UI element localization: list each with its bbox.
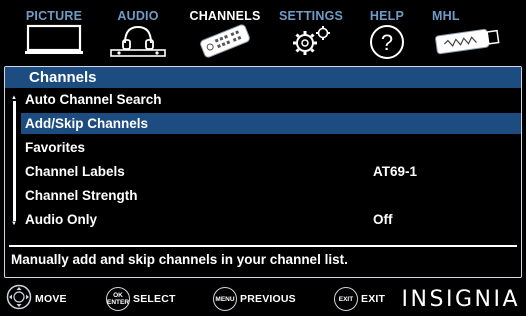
tab-label: SETTINGS <box>278 9 344 23</box>
menu-item-label: Audio Only <box>25 212 97 227</box>
divider <box>9 245 517 247</box>
hint-select: OK ENTER SELECT <box>106 286 176 312</box>
scroll-down-arrow-icon[interactable]: ▼ <box>11 221 17 227</box>
tab-audio[interactable]: AUDIO <box>105 0 171 66</box>
channels-menu-panel: Channels ▲ ▼ Auto Channel Search Add/Ski… <box>4 66 522 278</box>
hint-label: EXIT <box>361 293 386 305</box>
tab-picture[interactable]: PICTURE <box>18 0 90 66</box>
tab-mhl[interactable]: MHL <box>428 0 504 66</box>
help-description: Manually add and skip channels in your c… <box>11 252 348 267</box>
menu-item-channel-labels[interactable]: Channel Labels AT69-1 <box>21 161 521 182</box>
ok-key-label: OK <box>113 292 123 299</box>
menu-button-icon: MENU <box>213 287 237 311</box>
panel-title: Channels <box>5 67 521 88</box>
exit-key-label: EXIT <box>338 295 354 303</box>
menu-item-label: Favorites <box>25 140 86 155</box>
menu-item-label: Auto Channel Search <box>25 92 162 107</box>
menu-item-channel-strength[interactable]: Channel Strength <box>21 185 521 206</box>
hint-label: SELECT <box>133 293 176 305</box>
dpad-icon <box>6 284 32 315</box>
tab-label: AUDIO <box>117 9 159 23</box>
menu-item-label: Add/Skip Channels <box>25 116 149 131</box>
scrollbar[interactable] <box>13 101 16 221</box>
menu-item-add-skip-channels[interactable]: Add/Skip Channels <box>21 113 521 134</box>
hint-exit: EXIT EXIT <box>334 286 385 312</box>
menu-item-favorites[interactable]: Favorites <box>21 137 521 158</box>
exit-button-icon: EXIT <box>334 287 358 311</box>
menu-item-label: Channel Strength <box>25 188 138 203</box>
hint-label: PREVIOUS <box>240 293 296 305</box>
hint-previous: MENU PREVIOUS <box>213 286 296 312</box>
tab-settings[interactable]: SETTINGS <box>274 0 348 66</box>
tab-help[interactable]: HELP ? <box>356 0 418 66</box>
bottom-hint-bar: MOVE OK ENTER SELECT MENU PREVIOUS EXIT … <box>0 282 526 316</box>
menu-item-auto-channel-search[interactable]: Auto Channel Search <box>21 89 521 110</box>
ok-enter-button-icon: OK ENTER <box>106 287 130 311</box>
brand-logo: INSIGNIA <box>401 287 520 312</box>
headphones-icon <box>108 23 168 62</box>
tab-channels[interactable]: CHANNELS <box>187 0 263 66</box>
tab-label: CHANNELS <box>189 9 261 23</box>
top-tab-bar: PICTURE AUDIO CHANNELS SETTINGS HELP ? M… <box>0 0 526 66</box>
menu-item-value: Off <box>373 212 393 227</box>
usb-stick-icon <box>430 23 502 62</box>
hint-label: MOVE <box>35 293 67 305</box>
svg-text:?: ? <box>381 30 393 55</box>
tab-label: MHL <box>432 9 460 23</box>
menu-item-value: AT69-1 <box>373 164 418 179</box>
menu-key-label: MENU <box>215 295 235 303</box>
hint-move: MOVE <box>6 284 67 315</box>
tab-label: PICTURE <box>25 9 83 23</box>
tv-icon <box>23 23 85 60</box>
menu-item-audio-only[interactable]: Audio Only Off <box>21 209 521 230</box>
help-icon: ? <box>367 23 407 66</box>
tab-label: HELP <box>369 9 405 23</box>
enter-key-label: ENTER <box>106 299 130 306</box>
remote-icon <box>195 23 255 64</box>
gears-icon <box>283 23 339 64</box>
menu-item-label: Channel Labels <box>25 164 125 179</box>
